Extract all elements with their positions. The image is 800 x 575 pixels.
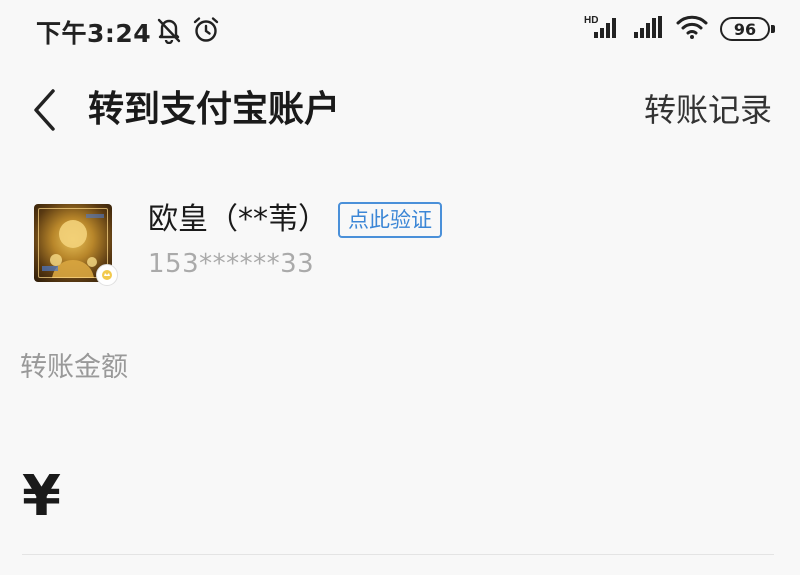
- recipient-name-row: 欧皇（**苇） 点此验证: [148, 200, 442, 240]
- crown-badge-icon: [96, 264, 118, 286]
- status-bar: 下午3:24 HD 96: [0, 0, 800, 62]
- recipient-phone: 153******33: [148, 249, 315, 279]
- recipient-card: 欧皇（**苇） 点此验证 153******33: [32, 196, 772, 296]
- mute-bell-icon: [156, 16, 182, 48]
- battery-icon: 96: [720, 17, 775, 41]
- alarm-icon: [192, 16, 220, 48]
- verify-button[interactable]: 点此验证: [338, 202, 442, 238]
- amount-label: 转账金额: [20, 352, 128, 383]
- hd-signal-icon: HD: [584, 14, 620, 44]
- amount-input[interactable]: [82, 466, 766, 532]
- wifi-icon: [676, 14, 708, 44]
- header: 转到支付宝账户 转账记录: [0, 62, 800, 158]
- signal-icon: [632, 14, 664, 44]
- amount-divider: [22, 554, 774, 555]
- recipient-name: 欧皇（**苇）: [148, 202, 328, 237]
- back-button[interactable]: [22, 84, 66, 136]
- battery-level: 96: [733, 19, 757, 39]
- avatar: [34, 204, 118, 286]
- chevron-left-icon: [34, 89, 55, 131]
- status-left-icons: [156, 16, 220, 48]
- status-time: 下午3:24: [36, 19, 152, 48]
- page-title: 转到支付宝账户: [88, 89, 341, 130]
- currency-symbol: ¥: [22, 464, 61, 529]
- svg-text:HD: HD: [584, 15, 598, 26]
- transfer-records-link[interactable]: 转账记录: [644, 84, 772, 136]
- status-right-icons: HD 96: [584, 14, 775, 44]
